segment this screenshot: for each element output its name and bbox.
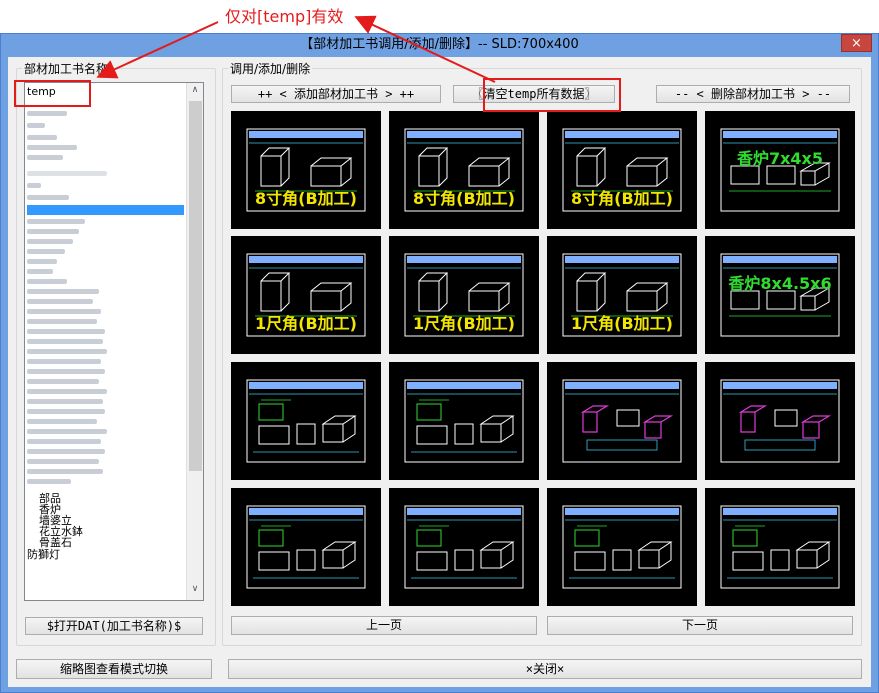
arrow-to-temp-entry xyxy=(96,21,219,79)
annotation-arrows xyxy=(96,15,496,83)
arrow-to-note xyxy=(354,15,496,83)
